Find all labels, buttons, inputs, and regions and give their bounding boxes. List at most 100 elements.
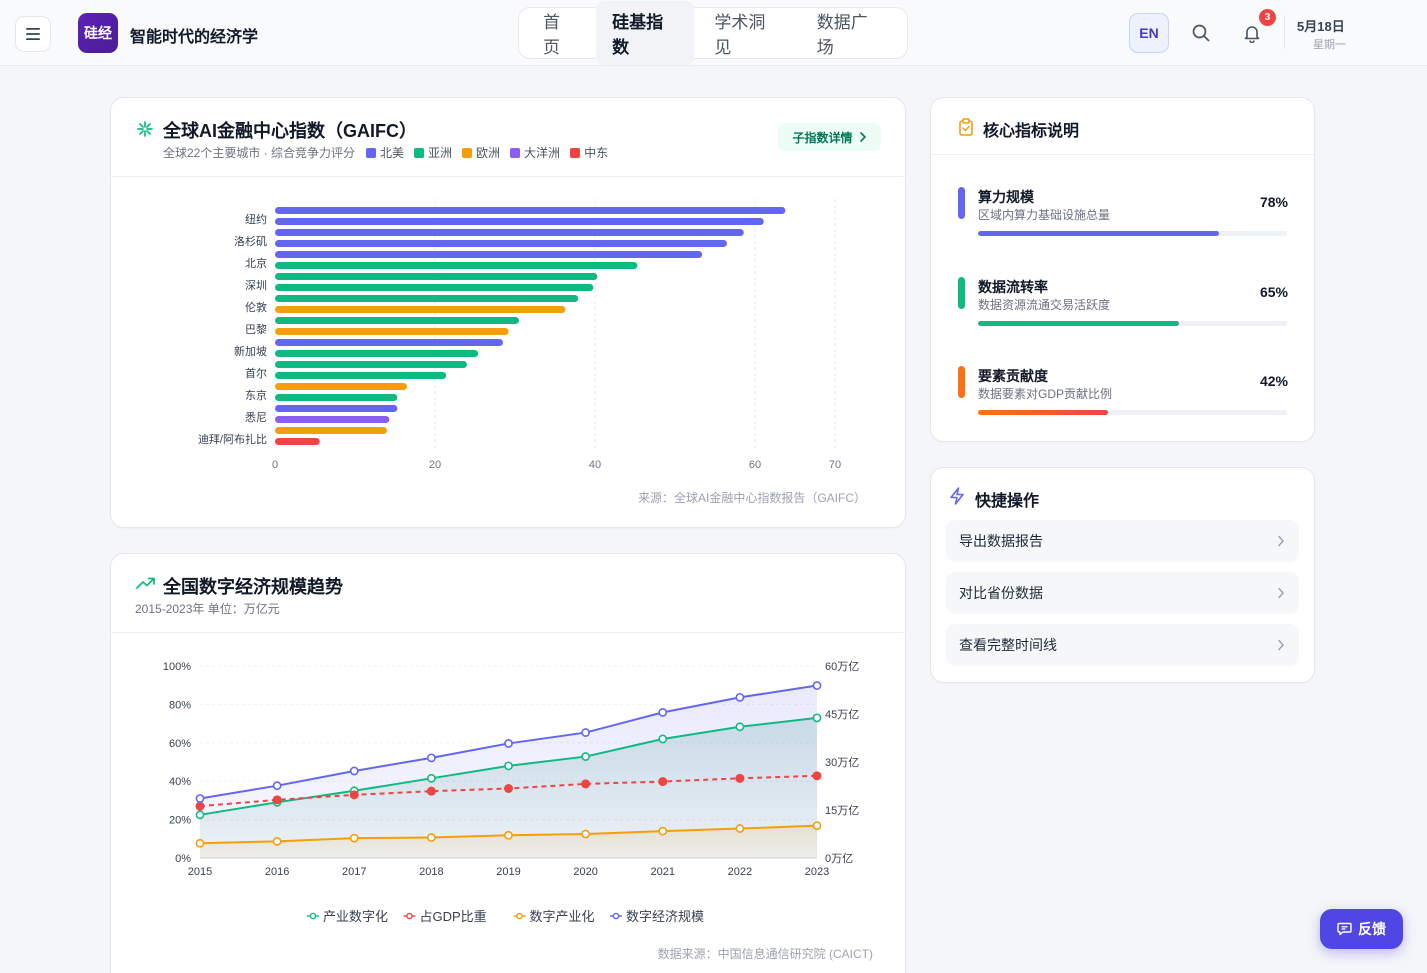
y-tick-label: 巴黎 xyxy=(245,322,267,336)
bar xyxy=(275,361,467,368)
gaifc-subtitle: 全球22个主要城市 · 综合竞争力评分 xyxy=(163,146,356,160)
metrics-title: 核心指标说明 xyxy=(983,123,1080,140)
language-toggle-button[interactable]: EN xyxy=(1129,13,1169,53)
y-left-tick-label: 0% xyxy=(175,853,191,865)
metric-progress-track xyxy=(978,410,1287,415)
data-point xyxy=(581,752,591,761)
search-icon xyxy=(1192,24,1210,42)
data-point xyxy=(195,810,205,820)
x-tick-label: 2018 xyxy=(419,866,443,878)
y-right-tick-label: 0万亿 xyxy=(825,852,853,865)
data-point xyxy=(658,708,668,717)
chevron-right-icon xyxy=(1278,587,1285,599)
y-left-tick-label: 20% xyxy=(169,815,191,827)
bar xyxy=(275,383,407,390)
legend-label: 数字产业化 xyxy=(530,909,595,924)
data-point xyxy=(426,833,436,842)
y-right-tick-label: 60万亿 xyxy=(825,660,859,673)
top-bar: 硅经 智能时代的经济学 首页 硅基指数 学术洞见 数据广场 EN 3 5月18日… xyxy=(0,0,1427,66)
metric-name: 算力规模 xyxy=(978,189,1034,205)
x-tick-label: 70 xyxy=(829,459,841,471)
card-divider xyxy=(111,176,905,177)
data-point xyxy=(581,779,591,789)
site-title[interactable]: 智能时代的经济学 xyxy=(130,23,258,47)
data-point xyxy=(195,794,205,803)
digital-economy-line-chart: 0% 20% 40% 60% 80% 100% 0万亿 15万亿 30万亿 45万亿 60万亿 201… xyxy=(163,660,859,924)
y-left-tick-label: 60% xyxy=(169,738,191,750)
gaifc-source: 来源：全球AI金融中心指数报告（GAIFC） xyxy=(637,491,866,505)
digital-economy-source: 数据来源：中国信息通信研究院 (CAICT) xyxy=(657,947,873,961)
digital-economy-card: 全国数字经济规模趋势 2015-2023年 单位：万亿元 0% 20% 40% 60%… xyxy=(110,553,906,973)
logo[interactable]: 硅经 xyxy=(78,13,118,53)
data-point xyxy=(272,795,282,805)
digital-economy-title: 全国数字经济规模趋势 xyxy=(163,577,343,597)
y-left-tick-label: 40% xyxy=(169,776,191,788)
bar xyxy=(275,339,503,346)
lightning-icon xyxy=(950,487,964,505)
data-point xyxy=(812,821,822,831)
nav-home[interactable]: 首页 xyxy=(527,1,592,65)
bar xyxy=(275,295,579,302)
data-point xyxy=(349,833,359,843)
legend-marker xyxy=(612,912,620,920)
header-divider xyxy=(1284,15,1285,49)
clipboard-icon xyxy=(959,118,973,136)
y-tick-label: 洛杉矶 xyxy=(234,234,267,248)
data-point xyxy=(426,786,436,796)
legend-asia: 亚洲 xyxy=(414,144,452,161)
legend-label: 产业数字化 xyxy=(323,909,388,924)
action-label: 对比省份数据 xyxy=(959,585,1043,601)
metric-name: 数据流转率 xyxy=(978,279,1048,295)
metric-compute-scale: 算力规模 区域内算力基础设施总量 78% xyxy=(931,187,1315,267)
view-timeline-button[interactable]: 查看完整时间线 xyxy=(946,624,1299,666)
bar xyxy=(275,273,598,280)
data-point xyxy=(349,790,359,800)
compare-provinces-button[interactable]: 对比省份数据 xyxy=(946,572,1299,614)
nav-data-plaza[interactable]: 数据广场 xyxy=(801,1,899,65)
data-point xyxy=(195,838,205,848)
sparkle-icon xyxy=(137,121,153,137)
bar xyxy=(275,394,398,401)
bar xyxy=(275,262,638,269)
legend-marker xyxy=(406,912,413,920)
bar xyxy=(275,218,764,225)
menu-button[interactable] xyxy=(15,16,51,52)
action-label: 查看完整时间线 xyxy=(959,637,1057,653)
data-point xyxy=(272,781,282,791)
legend-marker xyxy=(516,912,523,920)
chevron-right-icon xyxy=(859,132,866,142)
bar xyxy=(275,284,594,291)
sub-index-details-button[interactable]: 子指数详情 xyxy=(778,123,881,151)
export-report-button[interactable]: 导出数据报告 xyxy=(946,520,1299,562)
y-tick-label: 伦敦 xyxy=(245,300,267,314)
nav-academic-insights[interactable]: 学术洞见 xyxy=(698,1,796,65)
x-tick-label: 2022 xyxy=(728,866,752,878)
bar xyxy=(275,350,479,357)
data-point xyxy=(735,773,745,783)
data-point xyxy=(658,777,668,787)
bar xyxy=(275,405,398,412)
x-tick-label: 60 xyxy=(749,459,761,471)
bar xyxy=(275,207,786,214)
bar xyxy=(275,306,566,313)
bar xyxy=(275,317,519,324)
x-tick-label: 2020 xyxy=(573,866,597,878)
data-point xyxy=(812,681,822,690)
card-divider xyxy=(111,632,905,633)
y-left-tick-label: 80% xyxy=(169,699,191,711)
quick-actions-title: 快捷操作 xyxy=(975,493,1040,510)
data-point xyxy=(812,713,822,723)
x-tick-label: 2016 xyxy=(265,866,289,878)
y-tick-label: 北京 xyxy=(245,256,267,270)
feedback-button[interactable]: 反馈 xyxy=(1320,909,1403,949)
y-tick-label: 纽约 xyxy=(245,212,267,226)
chevron-right-icon xyxy=(1278,535,1285,547)
data-point xyxy=(812,771,822,781)
metric-description: 区域内算力基础设施总量 xyxy=(978,208,1111,222)
nav-silicon-index[interactable]: 硅基指数 xyxy=(596,1,695,65)
search-button[interactable] xyxy=(1186,18,1216,48)
bar xyxy=(275,427,387,434)
data-point xyxy=(735,824,745,833)
metric-progress-fill xyxy=(978,321,1179,326)
gaifc-title: 全球AI金融中心指数（GAIFC） xyxy=(163,121,417,141)
